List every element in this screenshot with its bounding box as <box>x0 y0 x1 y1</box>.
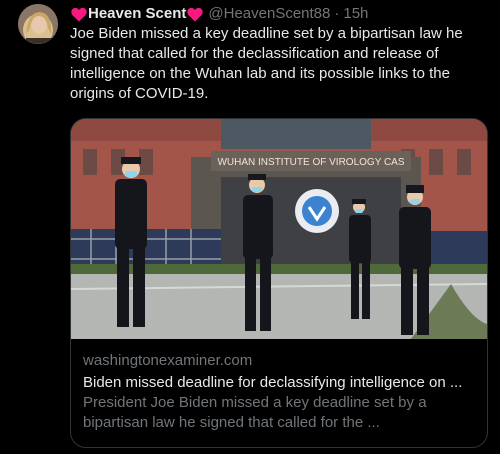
timestamp[interactable]: 15h <box>343 4 368 24</box>
tweet-header: Heaven Scent @HeavenScent88 · 15h <box>70 4 490 24</box>
user-handle[interactable]: @HeavenScent88 <box>208 4 330 24</box>
link-card[interactable]: WUHAN INSTITUTE OF VIROLOGY CAS washingt… <box>70 118 488 448</box>
tweet[interactable]: Heaven Scent @HeavenScent88 · 15h Joe Bi… <box>0 0 500 454</box>
card-info: washingtonexaminer.com Biden missed dead… <box>83 351 479 433</box>
card-photo-image: WUHAN INSTITUTE OF VIROLOGY CAS <box>71 119 487 339</box>
red-heart-icon <box>71 7 87 22</box>
avatar[interactable] <box>18 4 58 44</box>
card-description: President Joe Biden missed a key deadlin… <box>83 394 427 431</box>
card-title[interactable]: Biden missed deadline for declassifying … <box>83 373 479 393</box>
tweet-text: Joe Biden missed a key deadline set by a… <box>70 25 463 102</box>
card-photo[interactable]: WUHAN INSTITUTE OF VIROLOGY CAS <box>71 119 487 339</box>
photo-sign-text: WUHAN INSTITUTE OF VIROLOGY CAS <box>217 157 404 168</box>
display-name[interactable]: Heaven Scent <box>88 4 186 24</box>
avatar-image <box>18 4 58 44</box>
red-heart-icon <box>187 7 204 22</box>
tweet-body: Heaven Scent @HeavenScent88 · 15h Joe Bi… <box>70 4 490 104</box>
separator-dot: · <box>334 5 340 22</box>
card-domain[interactable]: washingtonexaminer.com <box>83 351 479 371</box>
